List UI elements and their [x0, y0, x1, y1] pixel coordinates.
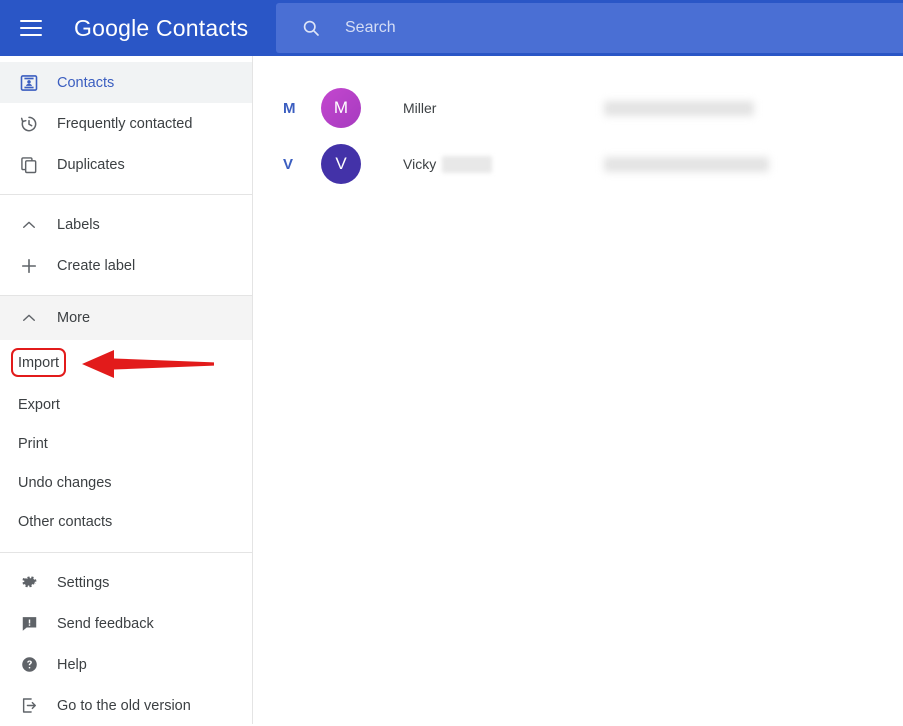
chevron-up-icon — [17, 306, 41, 330]
sidebar-item-label: Labels — [57, 217, 100, 233]
sidebar-item-label: Duplicates — [57, 157, 125, 173]
sidebar-item-label: Create label — [57, 258, 135, 274]
contact-name-cell: Vicky — [403, 156, 492, 173]
search-bar[interactable] — [276, 3, 903, 53]
sidebar-item-settings[interactable]: Settings — [0, 562, 252, 603]
sidebar-item-label: Export — [18, 397, 60, 413]
redacted-email — [604, 101, 754, 116]
sidebar-item-label: Frequently contacted — [57, 116, 192, 132]
help-circle-icon — [17, 653, 41, 677]
avatar: V — [321, 144, 361, 184]
sidebar-item-duplicates[interactable]: Duplicates — [0, 144, 252, 185]
sidebar-item-labels[interactable]: Labels — [0, 204, 252, 245]
sidebar-item-import[interactable]: Import — [11, 348, 66, 377]
app-title: Google Contacts — [74, 15, 248, 42]
avatar: M — [321, 88, 361, 128]
sidebar-item-import-row: Import — [0, 346, 252, 385]
hamburger-menu-icon[interactable] — [16, 13, 46, 43]
sidebar-item-label: Other contacts — [18, 514, 112, 530]
sidebar-item-label: Settings — [57, 575, 109, 591]
sidebar-item-export[interactable]: Export — [0, 385, 252, 424]
contact-group-letter: M — [283, 100, 309, 117]
sidebar-item-label: Go to the old version — [57, 698, 191, 714]
contact-list-row[interactable]: V V Vicky — [254, 136, 903, 192]
sidebar-item-more[interactable]: More — [0, 296, 252, 340]
sidebar-item-help[interactable]: Help — [0, 644, 252, 685]
chevron-up-icon — [17, 213, 41, 237]
sidebar: Contacts Frequently contacted Duplicates — [0, 56, 253, 724]
redacted-last-name — [442, 156, 492, 173]
sidebar-item-label: Import — [18, 355, 59, 371]
sidebar-item-label: Print — [18, 436, 48, 452]
contact-list: M M Miller V V Vicky — [254, 56, 903, 724]
gear-icon — [17, 571, 41, 595]
sidebar-item-send-feedback[interactable]: Send feedback — [0, 603, 252, 644]
sidebar-item-other-contacts[interactable]: Other contacts — [0, 502, 252, 541]
sidebar-item-label: Contacts — [57, 75, 114, 91]
contact-group-letter: V — [283, 156, 309, 173]
contact-card-icon — [17, 71, 41, 95]
sidebar-section-more: More — [0, 296, 252, 340]
exit-arrow-icon — [17, 694, 41, 718]
copy-duplicate-icon — [17, 153, 41, 177]
sidebar-item-undo-changes[interactable]: Undo changes — [0, 463, 252, 502]
feedback-bubble-icon — [17, 612, 41, 636]
contact-name-text: Vicky — [403, 156, 436, 172]
contact-email-cell — [604, 136, 769, 192]
redacted-email — [604, 157, 769, 172]
hamburger-bar-1 — [20, 20, 42, 22]
sidebar-item-label: Undo changes — [18, 475, 112, 491]
contact-list-row[interactable]: M M Miller — [254, 80, 903, 136]
search-icon — [301, 18, 321, 38]
hamburger-bar-3 — [20, 34, 42, 36]
sidebar-item-go-to-old-version[interactable]: Go to the old version — [0, 685, 252, 726]
contact-name-cell: Miller — [403, 100, 436, 116]
hamburger-bar-2 — [20, 27, 42, 29]
sidebar-item-contacts[interactable]: Contacts — [0, 62, 252, 103]
app-header: Google Contacts — [0, 0, 903, 56]
sidebar-item-create-label[interactable]: Create label — [0, 245, 252, 286]
sidebar-item-frequently-contacted[interactable]: Frequently contacted — [0, 103, 252, 144]
sidebar-item-label: Send feedback — [57, 616, 154, 632]
plus-icon — [17, 254, 41, 278]
sidebar-item-print[interactable]: Print — [0, 424, 252, 463]
contact-email-cell — [604, 80, 754, 136]
search-input[interactable] — [343, 12, 827, 44]
history-clock-icon — [17, 112, 41, 136]
sidebar-item-label: Help — [57, 657, 87, 673]
sidebar-item-label: More — [57, 310, 90, 326]
contact-name-text: Miller — [403, 100, 436, 116]
annotation-arrow-icon — [78, 344, 218, 384]
